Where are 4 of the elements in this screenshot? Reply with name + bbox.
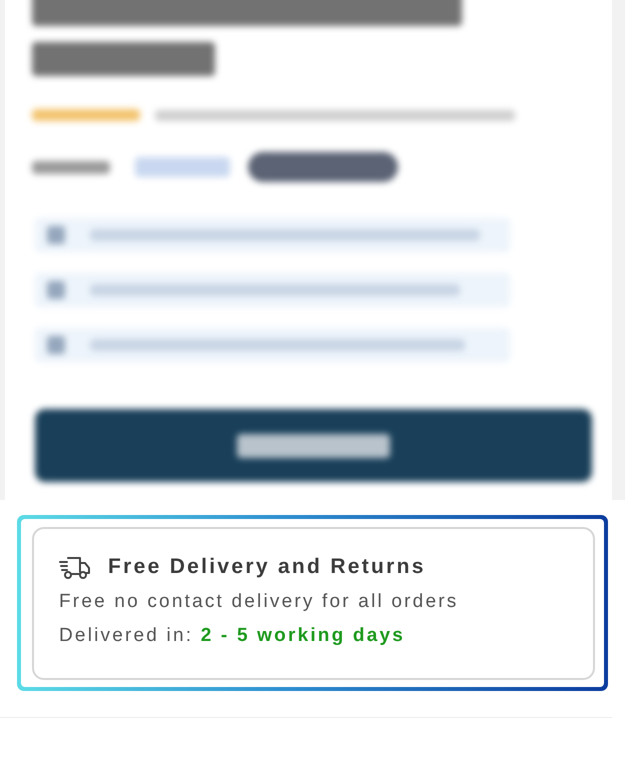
delivery-description: Free no contact delivery for all orders [59, 590, 460, 614]
delivery-time-text: Delivered in: 2 - 5 working days [59, 624, 406, 648]
truck-icon [59, 554, 90, 580]
delivery-title: Free Delivery and Returns [108, 554, 426, 580]
